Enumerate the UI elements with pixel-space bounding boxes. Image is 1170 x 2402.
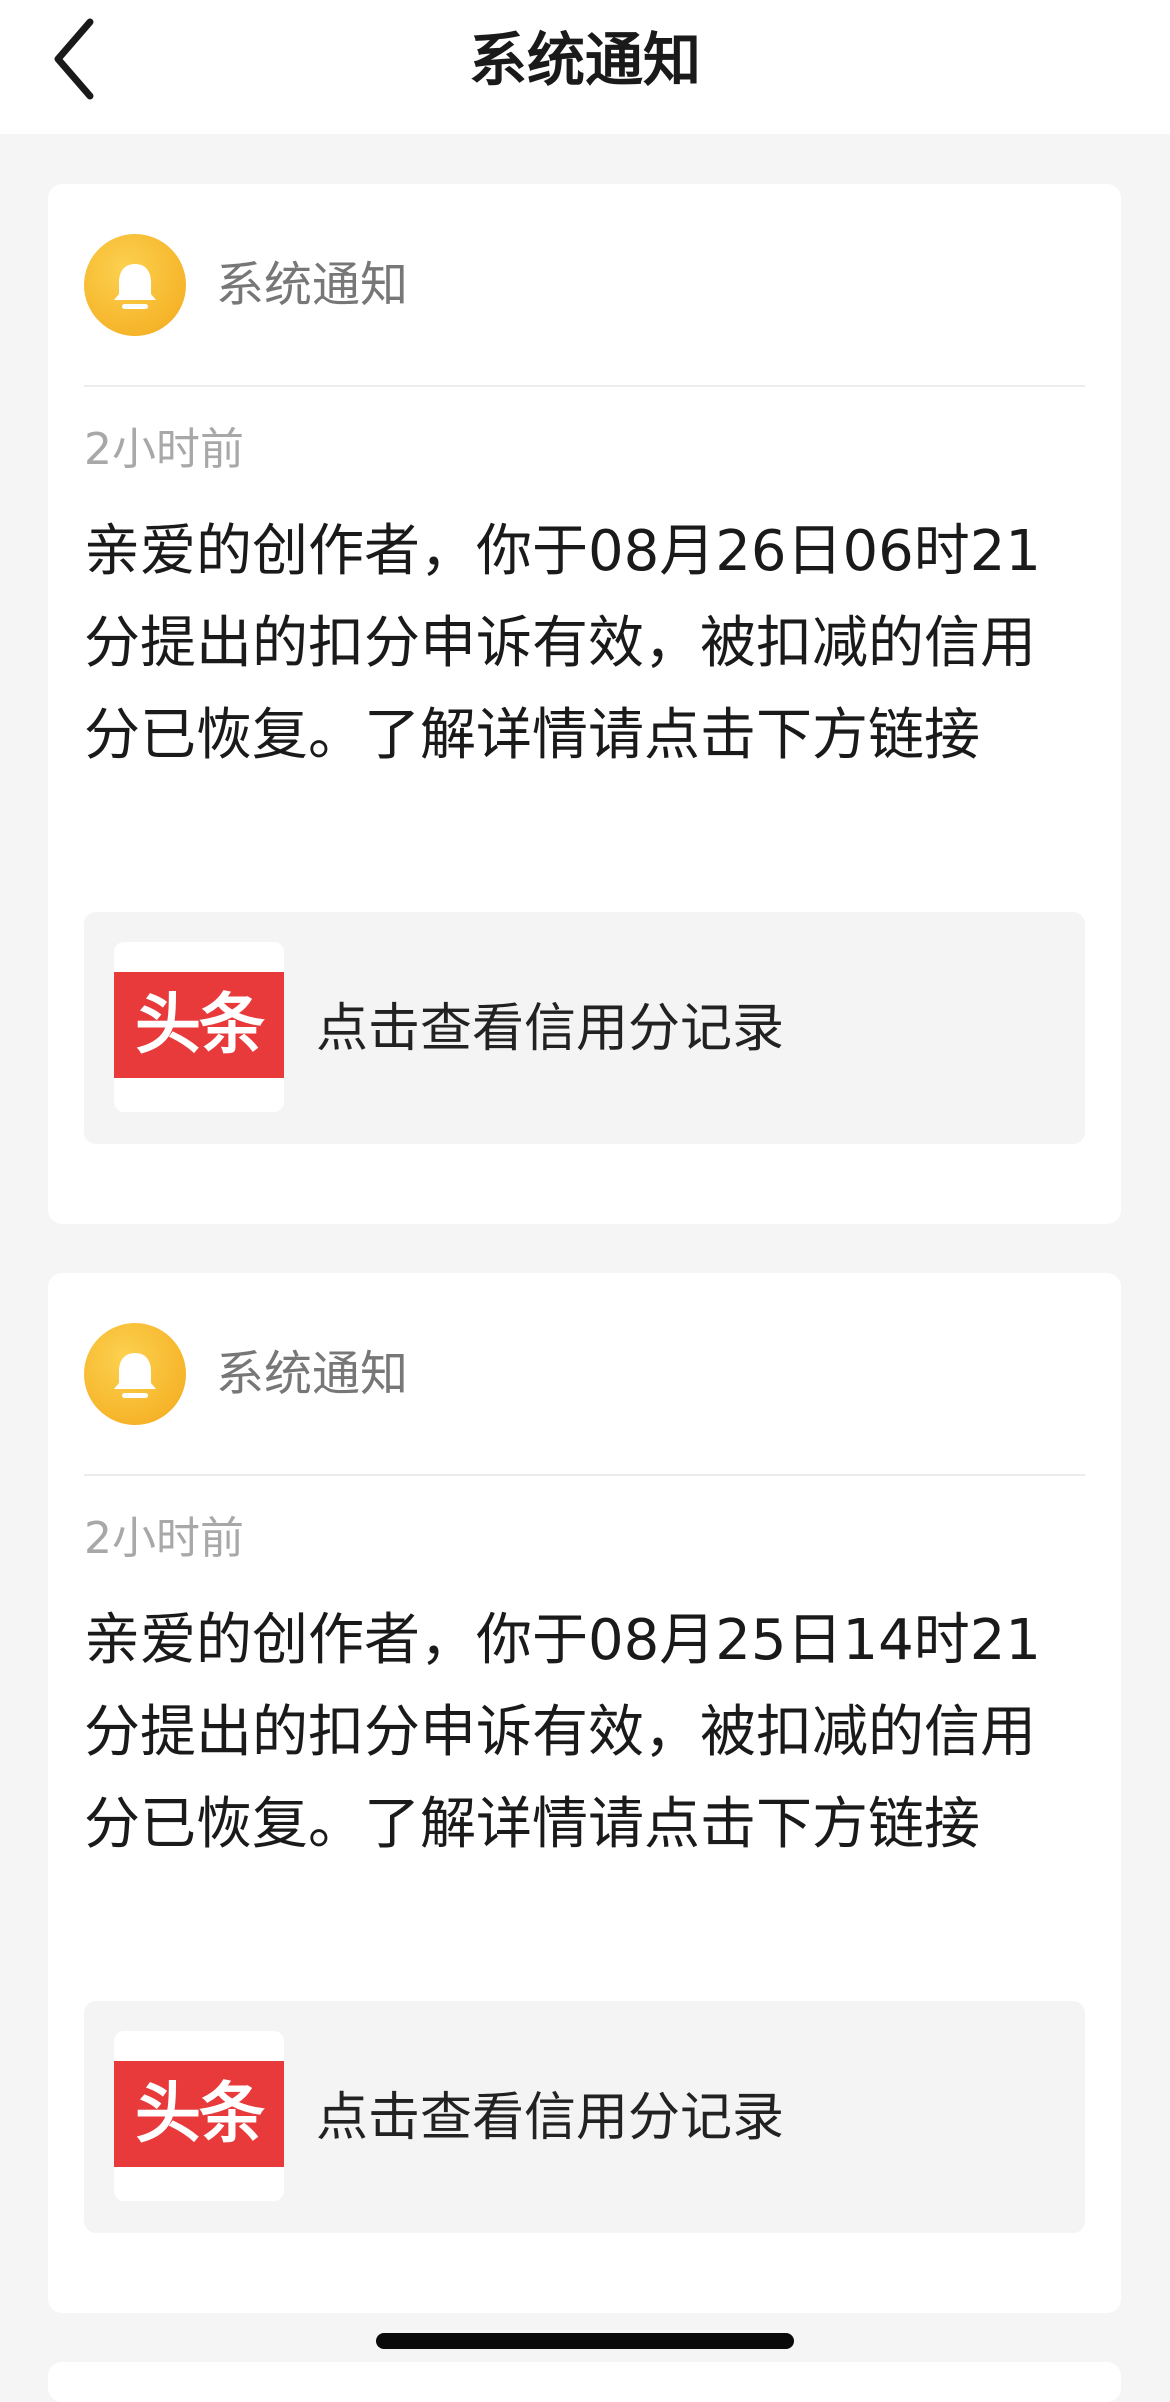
toutiao-logo: 头条 (114, 942, 284, 1112)
toutiao-logo: 头条 (114, 2031, 284, 2201)
notification-header: 系统通知 (84, 1323, 1084, 1425)
divider (84, 1474, 1085, 1476)
credit-record-link[interactable]: 头条 点击查看信用分记录 (84, 912, 1085, 1144)
sender-name: 系统通知 (216, 257, 409, 313)
notification-card: 系统通知 2小时前 亲爱的创作者，你于08月26日06时21分提出的扣分申诉有效… (48, 184, 1121, 1224)
timestamp: 2小时前 (84, 1513, 244, 1564)
logo-text: 头条 (114, 2061, 284, 2167)
notification-card: 系统通知 2小时前 亲爱的创作者，你于08月25日14时21分提出的扣分申诉有效… (48, 1273, 1121, 2313)
page-title: 系统通知 (468, 26, 701, 94)
message-body: 亲爱的创作者，你于08月25日14时21分提出的扣分申诉有效，被扣减的信用分已恢… (84, 1608, 1042, 1857)
logo-text: 头条 (114, 972, 284, 1078)
divider (84, 385, 1085, 387)
link-label: 点击查看信用分记录 (316, 2088, 785, 2148)
link-label: 点击查看信用分记录 (316, 999, 785, 1059)
notification-header: 系统通知 (84, 234, 1084, 336)
bell-icon (84, 1323, 186, 1425)
navigation-bar: 系统通知 (0, 0, 1170, 134)
bell-icon (84, 234, 186, 336)
message-body: 亲爱的创作者，你于08月26日06时21分提出的扣分申诉有效，被扣减的信用分已恢… (84, 519, 1042, 768)
home-indicator[interactable] (376, 2333, 794, 2349)
notification-card-partial (48, 2362, 1121, 2402)
credit-record-link[interactable]: 头条 点击查看信用分记录 (84, 2001, 1085, 2233)
sender-name: 系统通知 (216, 1346, 409, 1402)
timestamp: 2小时前 (84, 424, 244, 475)
